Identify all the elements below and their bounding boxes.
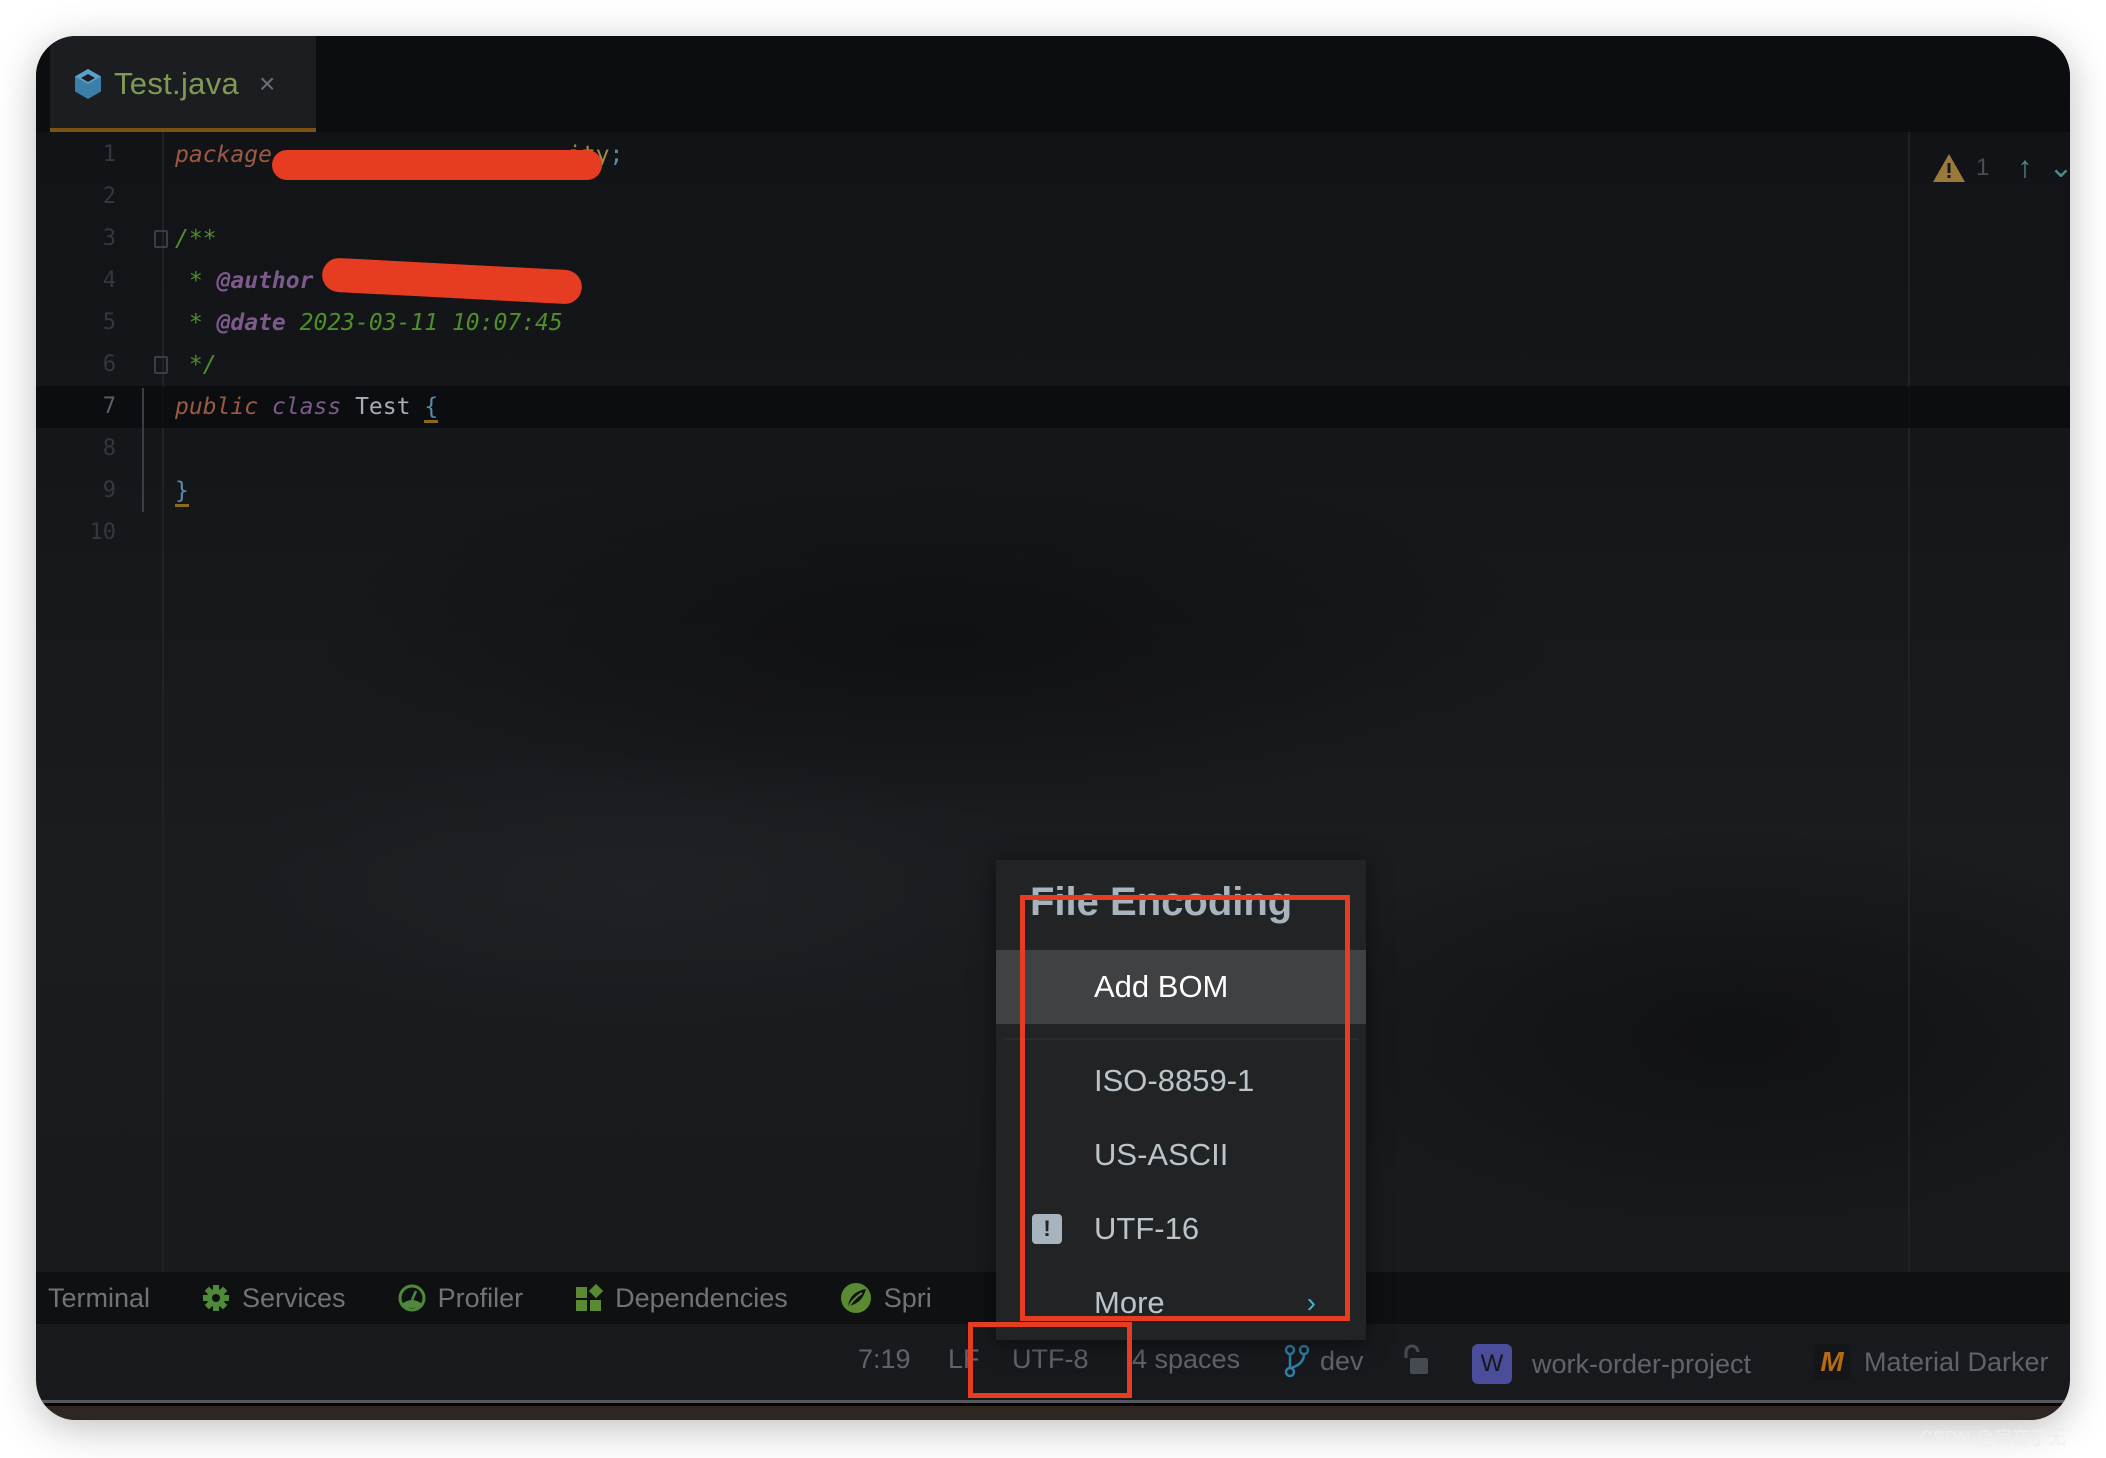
annotation-box-encoding [968,1322,1132,1398]
code-line-current[interactable]: 7 public class Test { [36,386,2070,428]
line-number: 5 [102,310,116,335]
code-line[interactable]: 3 /** [36,218,2070,260]
code-line[interactable]: 4 * @author [36,257,2070,305]
project-name: work-order-project [1532,1348,1752,1379]
line-number: 6 [102,352,116,377]
gear-icon [202,1284,230,1312]
tool-label: Dependencies [615,1282,788,1313]
code-text: } [175,470,189,512]
code-text: */ [175,352,217,378]
spring-leaf-icon [840,1282,872,1314]
tool-terminal[interactable]: Terminal [48,1283,150,1314]
code-text: * @author [175,268,314,294]
line-number: 10 [89,520,117,545]
code-line[interactable]: 1 packageity; [36,134,2070,180]
tool-services[interactable]: Services [202,1283,346,1314]
previous-highlight-arrow-icon[interactable]: ↑ [2017,151,2032,185]
code-text: /** [175,226,217,252]
line-number: 9 [102,478,116,503]
fold-icon[interactable] [154,356,168,374]
line-number: 3 [102,226,116,251]
code-line[interactable]: 6 */ [36,344,2070,386]
tool-profiler[interactable]: Profiler [398,1282,524,1314]
annotation-box-menu [1020,895,1350,1321]
redaction-mark [321,257,583,305]
tool-label: Spri [883,1282,932,1313]
fold-icon[interactable] [154,230,168,248]
tab-test-java[interactable]: Test.java × [50,36,316,132]
tool-label: Terminal [48,1282,151,1313]
inspection-widget[interactable]: 1 ↑ ⌄ [1932,150,2070,185]
code-text: * @date 2023-03-11 10:07:45 [175,310,563,336]
tool-label: Services [242,1282,346,1313]
project-widget[interactable]: W work-order-project [1472,1344,1751,1384]
java-class-icon [75,69,101,99]
code-line[interactable]: 9 } [36,470,2070,512]
indent-guide [142,388,144,512]
line-number: 2 [102,184,116,209]
code-text: public class Test { [175,386,439,428]
line-number: 4 [102,268,116,293]
next-highlight-arrow-icon[interactable]: ⌄ [2048,150,2070,185]
indent-widget[interactable]: 4 spaces [1132,1344,1240,1375]
code-line[interactable]: 5 * @date 2023-03-11 10:07:45 [36,302,2070,344]
material-theme-icon: M [1814,1344,1850,1380]
editor-tab-bar: Test.java × [36,36,2070,132]
watermark: CSDN @寂夜了无 [1919,1428,2066,1448]
tool-label: Profiler [437,1282,524,1313]
tool-dependencies[interactable]: Dependencies [575,1283,788,1314]
theme-widget[interactable]: M Material Darker [1814,1344,2049,1380]
window-bottom-edge [36,1400,2070,1420]
git-branch-icon [1284,1344,1310,1378]
code-line[interactable]: 8 [36,428,2070,470]
warning-count: 1 [1976,153,1990,181]
unlock-icon [1404,1344,1428,1374]
tab-label: Test.java [114,66,240,101]
caret-position[interactable]: 7:19 [858,1344,911,1375]
gauge-icon [398,1284,426,1312]
code-line[interactable]: 10 [36,512,2070,554]
branch-name: dev [1320,1345,1364,1376]
theme-name: Material Darker [1864,1346,2049,1377]
tool-spring[interactable]: Spri [840,1282,932,1314]
read-only-toggle[interactable] [1402,1344,1430,1376]
line-number: 1 [102,142,116,167]
warning-icon [1933,153,1965,182]
code-line[interactable]: 2 [36,176,2070,218]
close-icon[interactable]: × [259,68,275,100]
project-badge-icon: W [1472,1344,1512,1384]
dependencies-icon [575,1284,604,1312]
line-number: 8 [102,436,116,461]
line-number: 7 [102,394,116,419]
git-branch-widget[interactable]: dev [1284,1344,1364,1378]
